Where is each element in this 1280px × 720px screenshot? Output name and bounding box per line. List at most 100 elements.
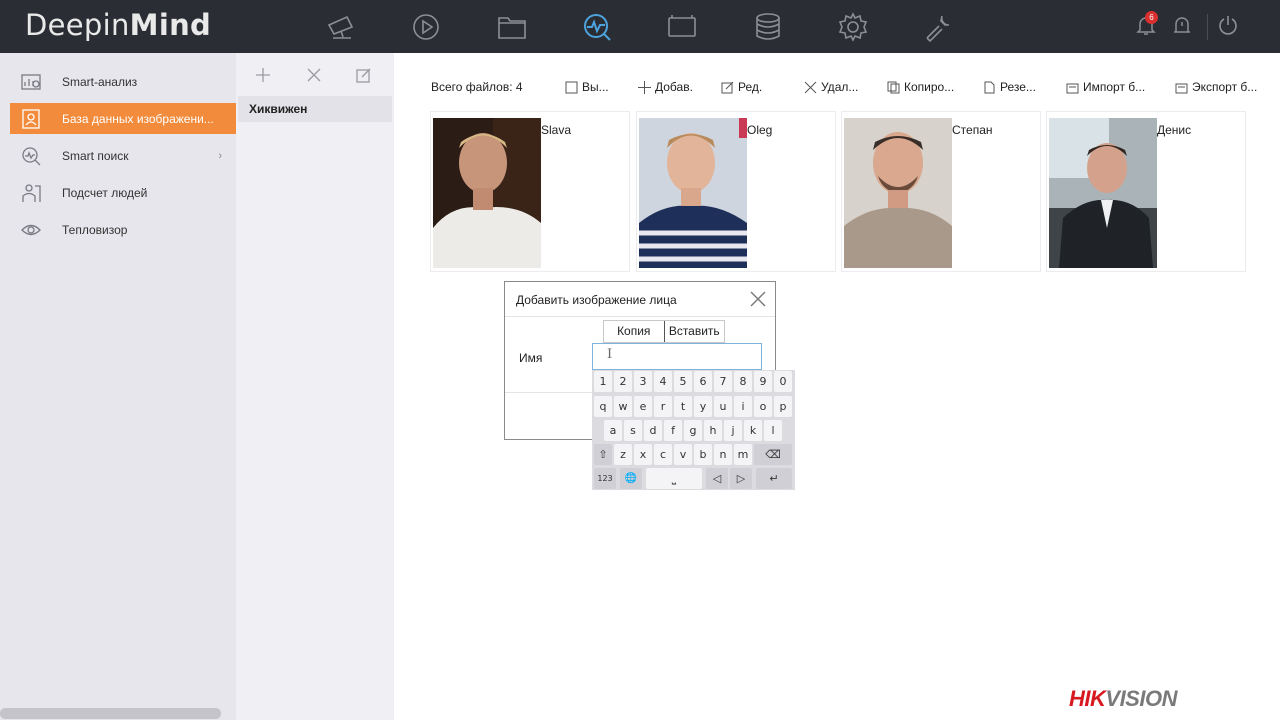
key[interactable]: 7 (714, 371, 732, 392)
face-card[interactable]: Oleg (636, 111, 836, 272)
key[interactable]: u (714, 396, 732, 417)
face-name: Slava (541, 123, 572, 137)
face-card[interactable]: Денис (1046, 111, 1246, 272)
sidebar-item-label: Подсчет людей (62, 185, 148, 200)
key[interactable]: p (774, 396, 792, 417)
key[interactable]: j (724, 420, 742, 441)
sidebar: Smart-анализ База данных изображени... S… (0, 53, 236, 720)
delete-button[interactable]: Удал... (803, 78, 858, 96)
key[interactable]: l (764, 420, 782, 441)
camera-icon[interactable] (323, 9, 359, 45)
name-field[interactable] (592, 343, 762, 370)
sidebar-item-label: Smart поиск (62, 148, 129, 163)
cursor-left-key[interactable]: ◁ (706, 468, 728, 489)
notification-badge: 6 (1145, 11, 1158, 24)
display-icon[interactable] (664, 9, 700, 45)
close-icon (803, 80, 817, 94)
shift-key[interactable]: ⇧ (594, 444, 612, 465)
name-label: Имя (519, 351, 543, 365)
key[interactable]: e (634, 396, 652, 417)
power-icon[interactable] (1217, 14, 1241, 38)
topbar-divider (1207, 14, 1208, 40)
export-button[interactable]: Экспорт б... (1174, 78, 1257, 96)
backspace-key[interactable]: ⌫ (754, 444, 792, 465)
key[interactable]: b (694, 444, 712, 465)
sidebar-scrollbar[interactable] (0, 708, 221, 719)
key[interactable]: t (674, 396, 692, 417)
settings-icon[interactable] (835, 9, 871, 45)
delete-library-icon[interactable] (304, 65, 324, 85)
storage-icon[interactable] (750, 9, 786, 45)
folder-icon[interactable] (494, 9, 530, 45)
close-icon[interactable] (749, 290, 769, 310)
select-all-button[interactable]: Вы... (564, 78, 609, 96)
dialog-title: Добавить изображение лица (516, 293, 677, 307)
key[interactable]: h (704, 420, 722, 441)
face-database-icon (18, 108, 44, 130)
key[interactable]: x (634, 444, 652, 465)
import-label: Импорт б... (1083, 80, 1146, 94)
key[interactable]: n (714, 444, 732, 465)
space-key[interactable]: ⎵ (646, 468, 702, 489)
key[interactable]: 8 (734, 371, 752, 392)
key[interactable]: 3 (634, 371, 652, 392)
cursor-right-key[interactable]: ▷ (730, 468, 752, 489)
key[interactable]: c (654, 444, 672, 465)
key[interactable]: k (744, 420, 762, 441)
key[interactable]: q (594, 396, 612, 417)
key[interactable]: 5 (674, 371, 692, 392)
sidebar-item-heat-map[interactable]: Тепловизор (10, 214, 236, 245)
key[interactable]: y (694, 396, 712, 417)
key[interactable]: v (674, 444, 692, 465)
copy-menu-item[interactable]: Копия (604, 321, 665, 342)
key[interactable]: r (654, 396, 672, 417)
key[interactable]: a (604, 420, 622, 441)
add-button[interactable]: Добав. (637, 78, 693, 96)
add-library-icon[interactable] (253, 65, 273, 85)
key[interactable]: w (614, 396, 632, 417)
copy-button[interactable]: Копиро... (886, 78, 954, 96)
key[interactable]: 1 (594, 371, 612, 392)
key[interactable]: 4 (654, 371, 672, 392)
key[interactable]: i (734, 396, 752, 417)
face-photo (639, 118, 747, 268)
edit-button[interactable]: Ред. (720, 78, 762, 96)
maintenance-icon[interactable] (920, 9, 956, 45)
sidebar-item-face-database[interactable]: База данных изображени... (10, 103, 236, 134)
brand-red: HIK (1069, 686, 1106, 711)
key[interactable]: 9 (754, 371, 772, 392)
face-card[interactable]: Степан (841, 111, 1041, 272)
sidebar-item-smart-analysis[interactable]: Smart-анализ (10, 66, 236, 97)
plus-icon (637, 80, 651, 94)
select-all-label: Вы... (582, 80, 609, 94)
key[interactable]: z (614, 444, 632, 465)
add-label: Добав. (655, 80, 693, 94)
edit-library-icon[interactable] (354, 65, 374, 85)
numeric-mode-key[interactable]: 123 (594, 468, 616, 489)
library-item[interactable]: Хиквижен (238, 96, 392, 122)
alarm-icon[interactable] (1171, 14, 1195, 38)
key[interactable]: 6 (694, 371, 712, 392)
sidebar-item-smart-search[interactable]: Smart поиск › (10, 140, 236, 171)
face-card[interactable]: Slava (430, 111, 630, 272)
backup-button[interactable]: Резе... (982, 78, 1036, 96)
export-label: Экспорт б... (1192, 80, 1258, 94)
key[interactable]: 2 (614, 371, 632, 392)
logo-bold: Mind (129, 8, 212, 42)
playback-icon[interactable] (408, 9, 444, 45)
globe-icon[interactable]: 🌐 (620, 468, 642, 489)
key[interactable]: s (624, 420, 642, 441)
paste-menu-item[interactable]: Вставить (665, 321, 725, 342)
import-button[interactable]: Импорт б... (1065, 78, 1145, 96)
sidebar-item-label: База данных изображени... (62, 111, 214, 126)
enter-key[interactable]: ↵ (756, 468, 792, 489)
key[interactable]: g (684, 420, 702, 441)
key[interactable]: d (644, 420, 662, 441)
key[interactable]: o (754, 396, 772, 417)
key[interactable]: 0 (774, 371, 792, 392)
copy-label: Копиро... (904, 80, 955, 94)
sidebar-item-people-counting[interactable]: Подсчет людей (10, 177, 236, 208)
key[interactable]: m (734, 444, 752, 465)
key[interactable]: f (664, 420, 682, 441)
smart-analysis-icon[interactable] (579, 9, 615, 45)
